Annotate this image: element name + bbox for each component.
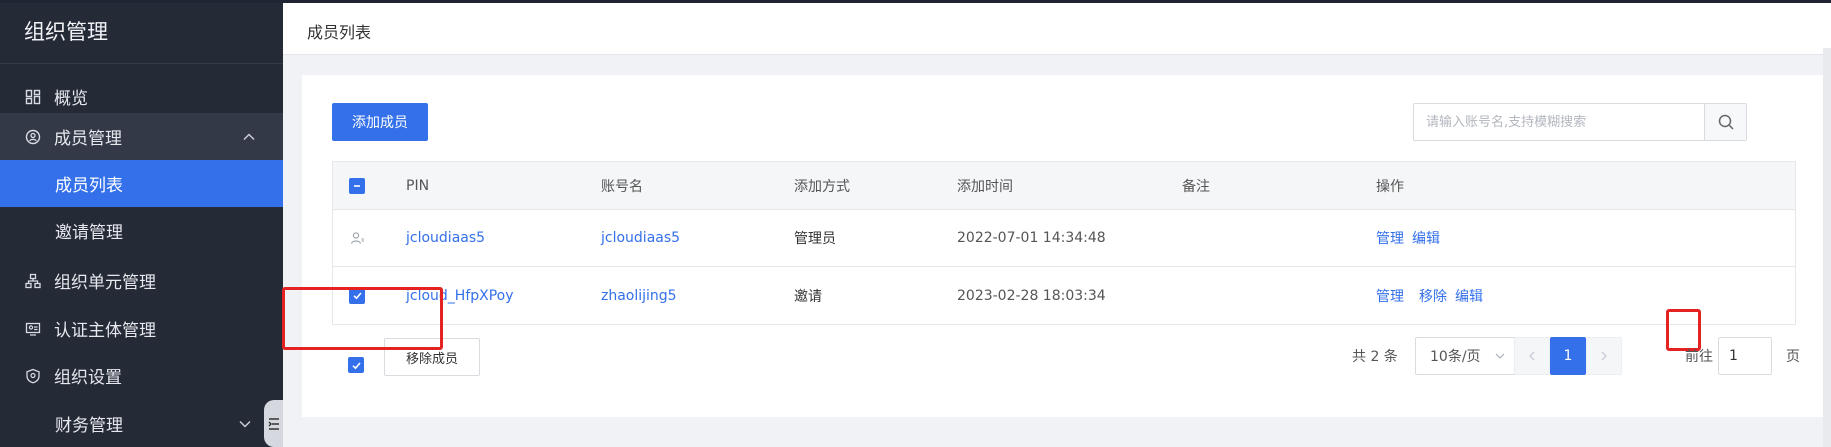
sidebar-item-label: 概览 [54,89,88,109]
column-header-actions: 操作 [1376,178,1404,195]
chevron-down-icon [1494,350,1506,366]
goto-prefix-label: 前往 [1685,349,1713,365]
sidebar-title: 组织管理 [0,0,283,64]
sidebar-item-label: 财务管理 [55,416,123,436]
remove-link[interactable]: 移除 [1419,286,1447,306]
sidebar-item-org-unit-management[interactable]: 组织单元管理 [0,257,283,304]
org-unit-icon [24,272,42,290]
sidebar-item-label: 成员管理 [54,129,122,149]
member-icon [24,128,42,146]
total-count: 共 2 条 [1352,349,1398,365]
search-icon [1718,114,1734,130]
sidebar-item-org-settings[interactable]: 组织设置 [0,352,283,399]
row-actions: 管理 编辑 [1376,210,1440,266]
goto-page-input[interactable] [1718,337,1772,375]
column-header-add-time: 添加时间 [957,178,1013,195]
remove-member-button[interactable]: 移除成员 [384,338,480,376]
sidebar-item-invitation-management[interactable]: 邀请管理 [0,207,283,254]
row-actions: 管理 移除 编辑 [1376,267,1483,324]
app-root: 组织管理 概览 成员管理 成员列表 邀请管理 组织单元管理 认证主体管理 组织设… [0,0,1831,447]
sidebar-item-label: 邀请管理 [55,223,123,243]
page-scrollbar[interactable] [1823,48,1831,447]
sidebar-item-label: 成员列表 [55,176,123,196]
chevron-right-icon [1601,351,1607,361]
pin-link[interactable]: jcloudiaas5 [406,210,485,266]
page-size-value: 10条/页 [1430,349,1481,365]
page-title: 成员列表 [307,23,372,42]
search-box [1413,103,1747,141]
page-header: 成员列表 [283,3,1831,55]
footer-select-checkbox[interactable] [348,357,364,373]
manage-link[interactable]: 管理 [1376,228,1404,248]
account-link[interactable]: jcloudiaas5 [601,210,680,266]
page-number-current[interactable]: 1 [1550,337,1586,375]
add-method: 管理员 [794,231,836,247]
manage-link[interactable]: 管理 [1376,286,1404,306]
table-row: jcloudiaas5 jcloudiaas5 管理员 2022-07-01 1… [333,210,1795,267]
add-time: 2023-02-28 18:03:34 [957,287,1106,304]
minus-icon [354,184,360,187]
chevron-up-icon [241,129,257,145]
add-member-button[interactable]: 添加成员 [332,103,428,141]
column-header-pin: PIN [406,177,430,194]
add-method: 邀请 [794,288,822,305]
page-size-select[interactable]: 10条/页 [1415,337,1517,375]
sidebar-item-member-list[interactable]: 成员列表 [0,160,283,207]
select-all-checkbox[interactable] [349,162,365,209]
member-list-card: 添加成员 PIN 账号名 添加方式 添加时间 备注 操作 [282,75,1831,417]
edit-link[interactable]: 编辑 [1412,228,1440,248]
shield-icon [24,367,42,385]
sidebar-item-finance-management[interactable]: 财务管理 [0,400,283,447]
certification-icon [24,320,42,338]
chevron-down-icon [237,416,253,432]
add-time: 2022-07-01 14:34:48 [957,230,1106,246]
column-header-note: 备注 [1182,178,1210,195]
next-page-button[interactable] [1586,337,1622,375]
search-button[interactable] [1704,104,1746,140]
table-row: jcloud_HfpXPoy zhaolijing5 邀请 2023-02-28… [333,267,1795,324]
row-checkbox[interactable] [349,267,365,324]
sidebar-item-label: 组织单元管理 [54,273,156,293]
goto-suffix-label: 页 [1786,349,1800,365]
sidebar-item-label: 认证主体管理 [54,321,156,341]
prev-page-button[interactable] [1514,337,1550,375]
admin-user-icon [349,210,365,266]
member-table: PIN 账号名 添加方式 添加时间 备注 操作 jcloudiaas5 jclo… [332,161,1796,325]
collapse-icon [268,417,279,430]
sidebar-item-certification-management[interactable]: 认证主体管理 [0,305,283,352]
dashboard-icon [24,88,42,106]
top-border [0,0,1831,3]
column-header-account: 账号名 [601,178,643,195]
sidebar-item-member-management[interactable]: 成员管理 [0,113,283,160]
search-input[interactable] [1414,104,1706,140]
table-header: PIN 账号名 添加方式 添加时间 备注 操作 [333,162,1795,210]
check-icon [351,361,361,369]
pin-link[interactable]: jcloud_HfpXPoy [406,267,514,324]
account-link[interactable]: zhaolijing5 [601,267,677,324]
chevron-left-icon [1529,351,1535,361]
edit-link[interactable]: 编辑 [1455,286,1483,306]
column-header-add-method: 添加方式 [794,178,850,195]
sidebar: 组织管理 概览 成员管理 成员列表 邀请管理 组织单元管理 认证主体管理 组织设… [0,0,283,447]
sidebar-collapse-toggle[interactable] [264,400,283,447]
sidebar-item-label: 组织设置 [54,368,122,388]
check-icon [352,292,362,300]
